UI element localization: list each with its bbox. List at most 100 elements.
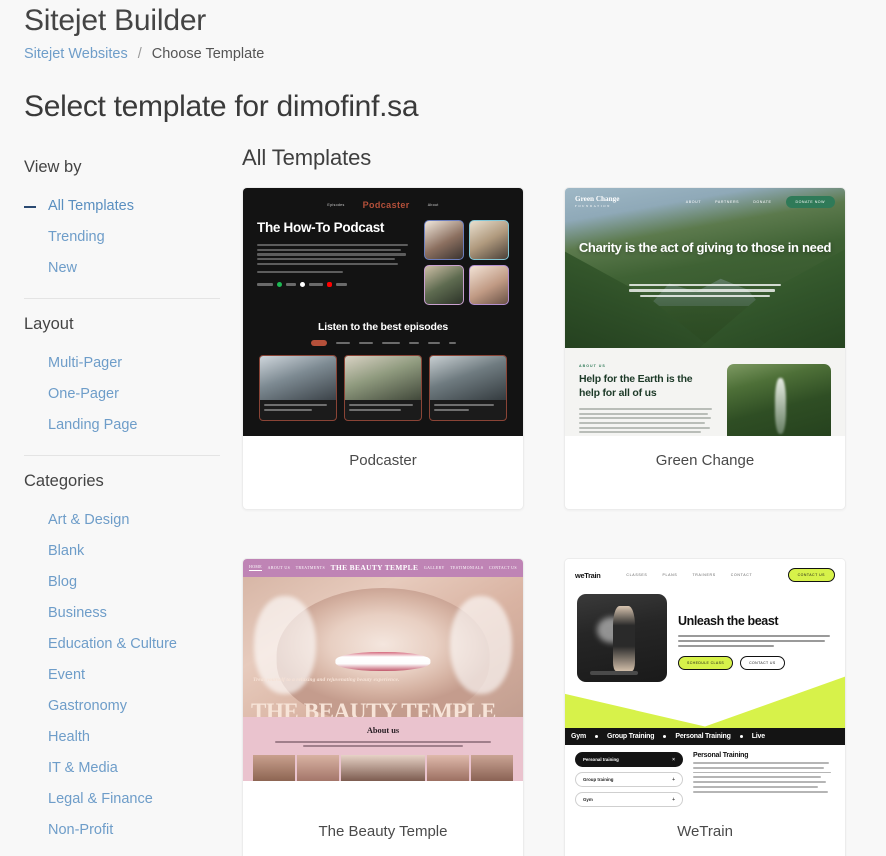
preview-accordion-section: Personal training × Group training + Gym… — [565, 745, 845, 807]
breadcrumb: Sitejet Websites / Choose Template — [24, 46, 264, 62]
sidebar-item-label: All Templates — [48, 198, 134, 214]
preview-nav-link: About — [427, 203, 439, 207]
app-title: Sitejet Builder — [24, 4, 207, 37]
preview-nav-link: CONTACT US — [488, 565, 517, 570]
preview-platform-logos — [257, 282, 414, 288]
template-grid: Episodes Podcaster About The How-To Podc… — [242, 187, 862, 856]
preview-brand: Podcaster — [362, 200, 410, 210]
template-name: WeTrain — [677, 823, 733, 840]
categories-list: Art & Design Blank Blog Business Educati… — [24, 505, 220, 846]
sidebar-item-business[interactable]: Business — [24, 598, 220, 629]
sidebar-item-multi-pager[interactable]: Multi-Pager — [24, 348, 220, 379]
preview-hero-image — [577, 594, 667, 682]
preview-marquee-item: Personal Training — [675, 733, 731, 740]
preview-headline: Charity is the act of giving to those in… — [578, 240, 832, 255]
sidebar-item-landing-page[interactable]: Landing Page — [24, 410, 220, 441]
preview-episode-card — [259, 355, 337, 421]
preview-brand: THE BEAUTY TEMPLE — [330, 563, 419, 572]
sidebar-item-art-design[interactable]: Art & Design — [24, 505, 220, 536]
preview-logo: Green Change FOUNDATION — [575, 195, 620, 208]
preview-gallery-strip — [253, 755, 513, 782]
preview-nav-link: ABOUT US — [267, 565, 291, 570]
preview-episode-cards — [243, 355, 523, 421]
preview-accordion-row: Gym + — [575, 792, 683, 807]
preview-accordion-row: Personal training × — [575, 752, 683, 767]
sidebar-item-gastronomy[interactable]: Gastronomy — [24, 691, 220, 722]
sidebar-item-label: Non-Profit — [48, 822, 114, 839]
sidebar-item-label: Art & Design — [48, 512, 130, 529]
preview-cta-button: CONTACT US — [787, 568, 835, 582]
preview-accordion-label: Group training — [583, 777, 614, 782]
preview-nav-link: HOME — [249, 564, 263, 571]
preview-logo: weTrain — [575, 570, 601, 580]
preview-nav: weTrain CLASSES PLANS TRAINERS CONTACT C… — [565, 559, 845, 582]
preview-nav-link: TRAINERS — [692, 573, 716, 577]
template-card-wetrain[interactable]: weTrain CLASSES PLANS TRAINERS CONTACT C… — [564, 558, 846, 856]
sidebar-item-label: Business — [48, 605, 107, 622]
preview-marquee-item: Gym — [571, 733, 586, 740]
preview-hero: Green Change FOUNDATION ABOUT PARTNERS D… — [565, 188, 845, 348]
template-name: Green Change — [655, 452, 755, 469]
sidebar-item-health[interactable]: Health — [24, 722, 220, 753]
preview-about-body — [275, 740, 491, 748]
preview-photo — [469, 220, 509, 260]
sidebar-item-education-culture[interactable]: Education & Culture — [24, 629, 220, 660]
close-icon: × — [672, 756, 675, 763]
sidebar-item-label: Trending — [48, 229, 105, 246]
sidebar-item-it-media[interactable]: IT & Media — [24, 753, 220, 784]
view-by-list: All Templates Trending New — [24, 191, 220, 284]
template-card-podcaster[interactable]: Episodes Podcaster About The How-To Podc… — [242, 187, 524, 510]
sidebar-item-label: New — [48, 260, 78, 277]
sidebar-item-event[interactable]: Event — [24, 660, 220, 691]
layout-heading: Layout — [24, 315, 74, 334]
sidebar-item-trending[interactable]: Trending — [24, 222, 220, 253]
preview-marquee-item: Live — [751, 733, 765, 740]
template-card-green-change[interactable]: Green Change FOUNDATION ABOUT PARTNERS D… — [564, 187, 846, 510]
preview-nav-link: GALLERY — [423, 565, 445, 570]
sidebar-item-label: IT & Media — [48, 760, 118, 777]
preview-cta-button: DONATE NOW — [785, 196, 835, 208]
preview-marquee: Gym Group Training Personal Training Liv… — [565, 728, 845, 745]
preview-primary-button: SCHEDULE CLASS — [678, 655, 734, 670]
preview-tagline: Treat yourself to a relaxing and rejuven… — [253, 676, 400, 683]
breadcrumb-current: Choose Template — [151, 46, 265, 62]
preview-nav-link: TREATMENTS — [295, 565, 326, 570]
preview-about-section: About us — [243, 716, 523, 782]
sidebar-item-new[interactable]: New — [24, 253, 220, 284]
preview-nav-link: CONTACT — [730, 573, 753, 577]
filter-sidebar: View by All Templates Trending New Layou… — [24, 158, 220, 846]
sidebar-item-label: Blog — [48, 574, 78, 591]
sidebar-item-label: One-Pager — [48, 386, 119, 403]
sidebar-item-one-pager[interactable]: One-Pager — [24, 379, 220, 410]
preview-nav: Green Change FOUNDATION ABOUT PARTNERS D… — [565, 196, 845, 208]
template-card-the-beauty-temple[interactable]: HOME ABOUT US TREATMENTS THE BEAUTY TEMP… — [242, 558, 524, 856]
preview-nav-link: TESTIMONIALS — [450, 565, 484, 570]
sidebar-item-legal-finance[interactable]: Legal & Finance — [24, 784, 220, 815]
preview-paragraph — [257, 243, 414, 274]
layout-list: Multi-Pager One-Pager Landing Page — [24, 348, 220, 441]
sidebar-item-all-templates[interactable]: All Templates — [24, 191, 220, 222]
sidebar-item-blank[interactable]: Blank — [24, 536, 220, 567]
view-by-heading: View by — [24, 158, 82, 176]
preview-nav-link: DONATE — [753, 200, 772, 204]
sidebar-item-blog[interactable]: Blog — [24, 567, 220, 598]
preview-nav-link: CLASSES — [626, 573, 648, 577]
preview-nav: HOME ABOUT US TREATMENTS THE BEAUTY TEMP… — [243, 559, 523, 577]
preview-photo — [424, 265, 464, 305]
template-name: The Beauty Temple — [318, 823, 448, 840]
preview-hero: Treat yourself to a relaxing and rejuven… — [243, 576, 523, 717]
preview-nav-link: ABOUT — [685, 200, 702, 204]
preview-photo-grid — [424, 220, 509, 305]
sidebar-item-non-profit[interactable]: Non-Profit — [24, 815, 220, 846]
sidebar-divider-1 — [24, 298, 220, 300]
preview-photo — [469, 265, 509, 305]
sidebar-item-label: Education & Culture — [48, 636, 177, 653]
breadcrumb-link-sitejet-websites[interactable]: Sitejet Websites — [24, 46, 128, 62]
sidebar-item-label: Health — [48, 729, 90, 746]
preview-panel-title: Personal Training — [693, 752, 749, 759]
sidebar-item-label: Gastronomy — [48, 698, 127, 715]
preview-episode-card — [429, 355, 507, 421]
plus-icon: + — [672, 776, 675, 783]
template-name: Podcaster — [349, 452, 417, 469]
supported-by-label — [257, 283, 273, 287]
